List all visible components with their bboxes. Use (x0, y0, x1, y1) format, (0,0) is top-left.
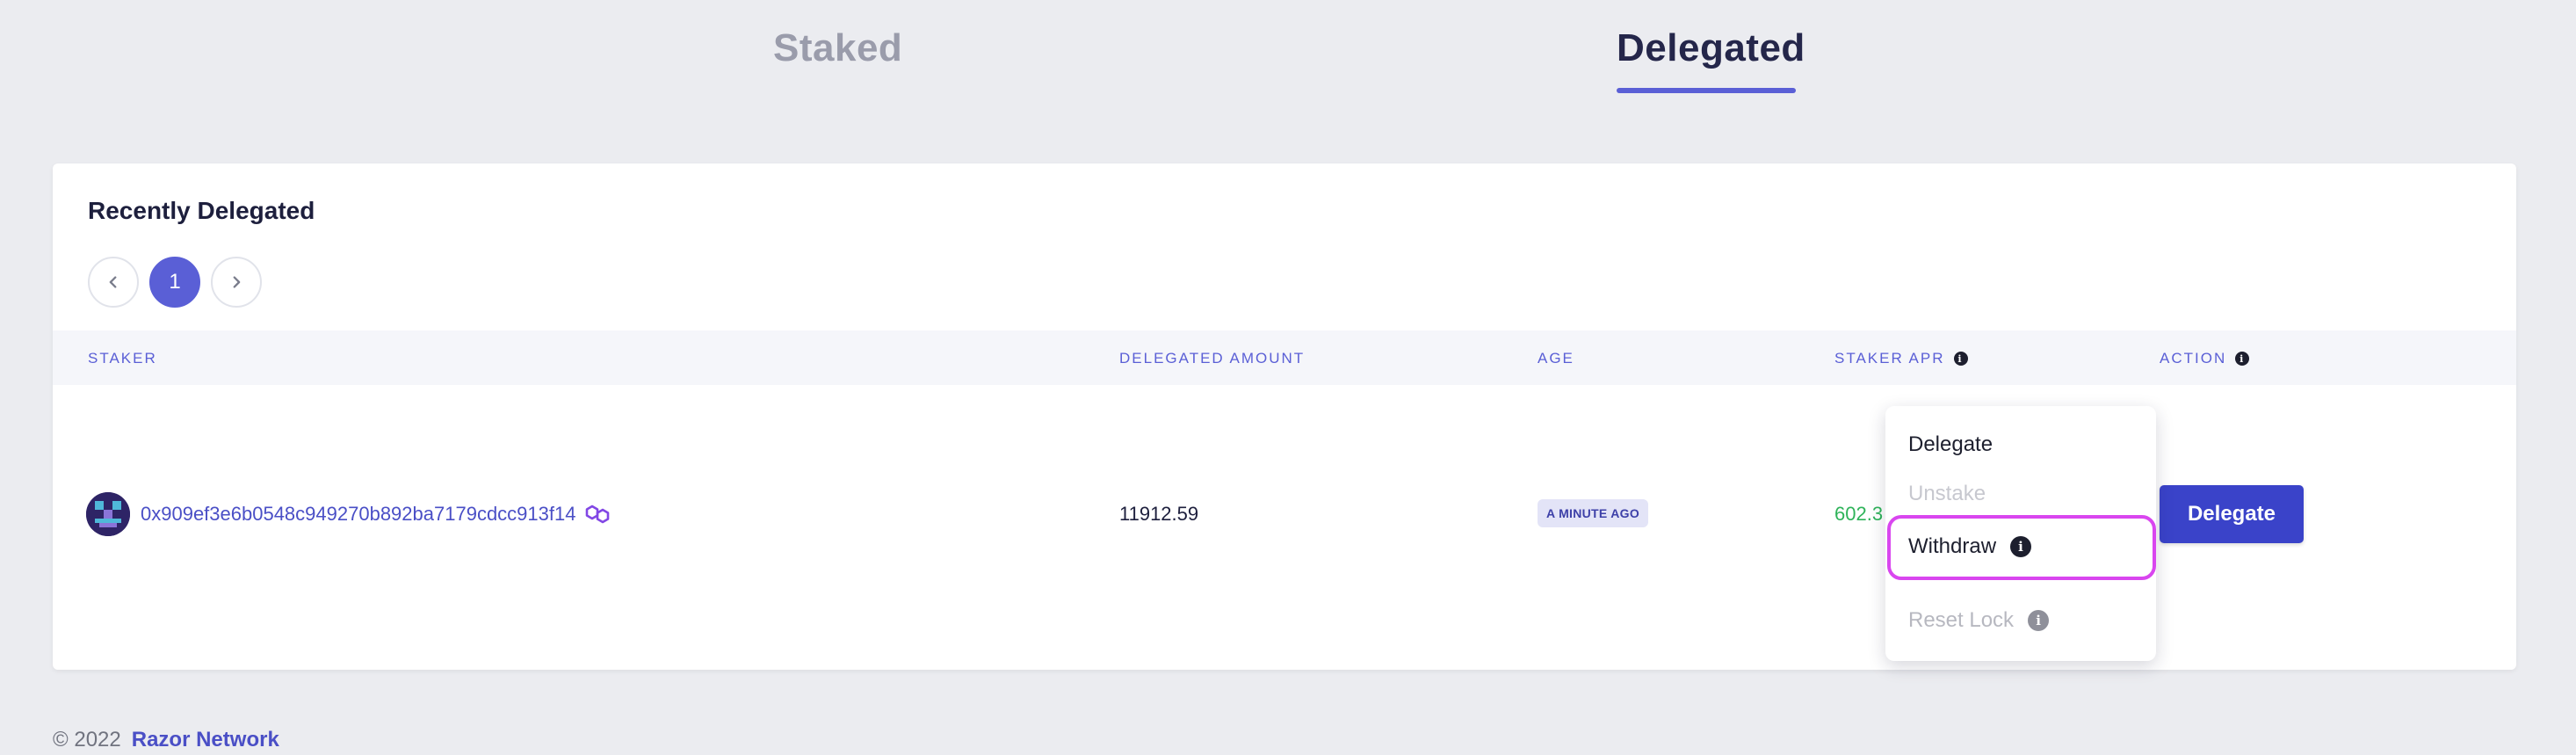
delegate-button[interactable]: Delegate (2160, 485, 2304, 543)
menu-item-delegate[interactable]: Delegate (1908, 432, 1993, 457)
menu-item-withdraw[interactable]: Withdraw i (1908, 534, 2032, 559)
info-icon[interactable]: i (2028, 610, 2050, 631)
footer: © 2022 Razor Network (53, 728, 279, 752)
age-badge: A MINUTE AGO (1538, 499, 1649, 527)
menu-item-label: Reset Lock (1908, 608, 2015, 632)
staker-apr-value: 602.3 (1834, 503, 1884, 525)
tab-staked[interactable]: Staked (773, 26, 902, 70)
avatar (86, 492, 130, 536)
column-header-label: STAKER (88, 350, 157, 367)
tab-delegated[interactable]: Delegated (1617, 26, 1805, 70)
page-number-button[interactable]: 1 (149, 257, 200, 308)
column-header-label: STAKER APR (1834, 350, 1945, 367)
polygon-icon[interactable] (583, 501, 611, 527)
menu-item-label: Delegate (1908, 432, 1994, 456)
delegated-amount: 11912.59 (1119, 503, 1199, 525)
copyright-text: © 2022 (53, 728, 121, 751)
column-header-action: ACTION i (2160, 350, 2250, 367)
column-header-staker: STAKER (88, 350, 157, 367)
menu-item-reset-lock: Reset Lock i (1908, 608, 2050, 633)
table-header: STAKER DELEGATED AMOUNT AGE STAKER APR i… (53, 330, 2516, 385)
staker-address-link[interactable]: 0x909ef3e6b0548c949270b892ba7179cdcc913f… (141, 503, 575, 526)
card-title: Recently Delegated (88, 197, 315, 224)
column-header-label: DELEGATED AMOUNT (1119, 350, 1306, 367)
razor-network-link[interactable]: Razor Network (132, 728, 279, 752)
menu-item-label: Unstake (1908, 482, 1986, 505)
column-header-label: AGE (1538, 350, 1574, 367)
action-dropdown-menu: Delegate Unstake Withdraw i Reset Lock i (1885, 406, 2156, 661)
prev-page-button[interactable] (88, 257, 139, 308)
column-header-age: AGE (1538, 350, 1574, 367)
menu-item-label: Withdraw (1908, 534, 1997, 558)
active-tab-indicator (1617, 88, 1796, 93)
chevron-left-icon (109, 276, 117, 288)
info-icon[interactable]: i (1953, 352, 1968, 366)
pagination: 1 (88, 257, 262, 308)
info-icon[interactable]: i (2235, 352, 2250, 366)
column-header-staker-apr: STAKER APR i (1834, 350, 1968, 367)
next-page-button[interactable] (211, 257, 262, 308)
chevron-right-icon (233, 276, 241, 288)
column-header-delegated-amount: DELEGATED AMOUNT (1119, 350, 1305, 367)
identicon-icon (86, 492, 130, 536)
menu-item-unstake: Unstake (1908, 482, 1986, 506)
column-header-label: ACTION (2160, 350, 2227, 367)
tab-bar: Staked Delegated (0, 0, 2576, 105)
info-icon[interactable]: i (2010, 536, 2032, 557)
